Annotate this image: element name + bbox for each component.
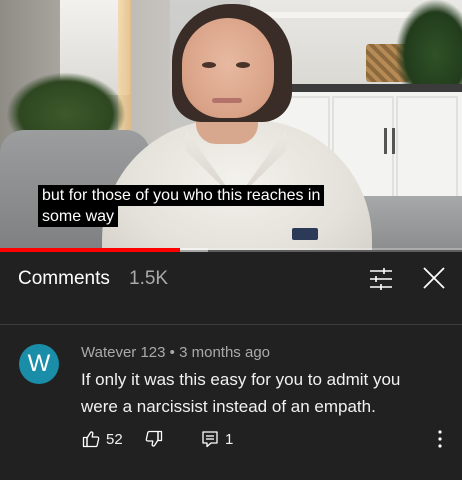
video-person-eye: [202, 62, 216, 68]
avatar[interactable]: W: [19, 344, 59, 384]
thumbs-down-icon: [145, 430, 163, 447]
video-plant-right: [396, 0, 462, 90]
reply-count: 1: [225, 430, 234, 448]
comments-title: Comments: [18, 268, 110, 289]
video-caption: but for those of you who this reaches in…: [38, 185, 332, 227]
comment-meta: Watever 123 • 3 months ago: [81, 344, 270, 361]
sort-filter-button[interactable]: [368, 266, 394, 292]
reply-button[interactable]: 1: [201, 428, 233, 450]
video-person-face: [182, 18, 274, 118]
comment-more-button[interactable]: [432, 428, 448, 450]
caption-line: but for those of you who this reaches in: [38, 185, 325, 206]
video-person-eye: [236, 62, 250, 68]
thumbs-up-icon: [82, 431, 100, 448]
meta-separator: •: [169, 344, 175, 361]
close-icon: [423, 267, 445, 289]
video-person-mouth: [212, 98, 242, 103]
comments-count: 1.5K: [129, 268, 169, 289]
header-divider: [0, 324, 462, 325]
reply-icon: [202, 431, 218, 448]
video-player[interactable]: but for those of you who this reaches in…: [0, 0, 462, 250]
comment-author[interactable]: Watever 123: [81, 344, 166, 361]
close-comments-button[interactable]: [420, 264, 448, 292]
video-cabinet-handle: [392, 128, 395, 154]
like-count: 52: [106, 430, 123, 448]
like-button[interactable]: 52: [82, 428, 123, 450]
dislike-button[interactable]: [145, 428, 163, 450]
comment-text: If only it was this easy for you to admi…: [81, 370, 401, 416]
comment-time: 3 months ago: [179, 344, 271, 361]
video-cabinet-handle: [384, 128, 387, 154]
more-vertical-icon: [438, 430, 442, 448]
video-cabinet-door: [396, 96, 458, 200]
caption-line: some way: [38, 206, 119, 227]
video-jacket-logo: [292, 228, 318, 240]
sort-filter-icon: [370, 268, 392, 290]
